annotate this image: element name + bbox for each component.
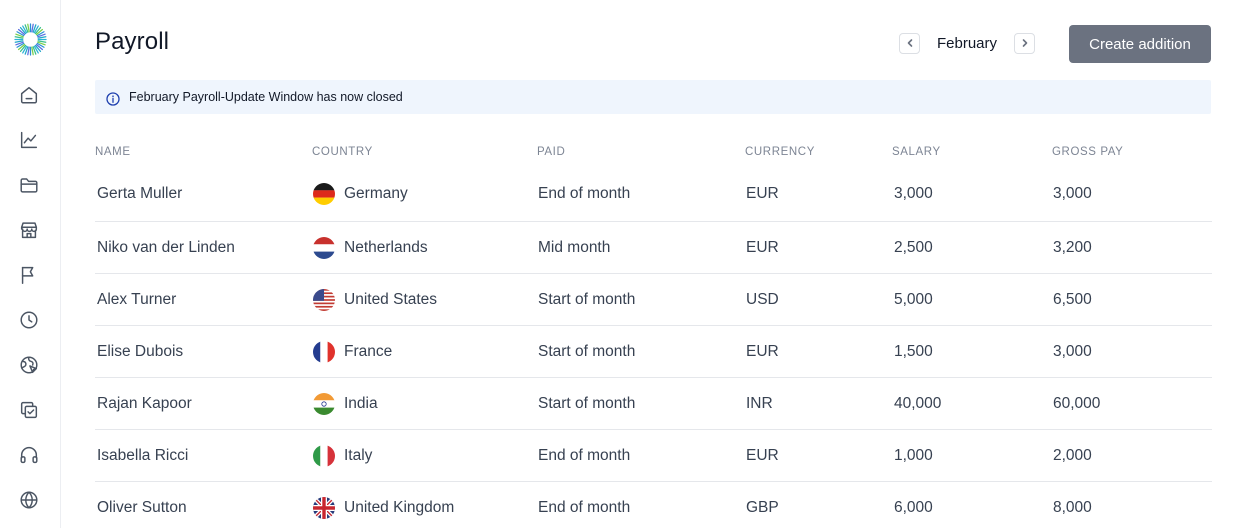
table-row[interactable]: Gerta Muller Germany End of month EUR 3,… bbox=[95, 168, 1212, 222]
clock-icon[interactable] bbox=[17, 308, 41, 332]
country-name: United Kingdom bbox=[344, 499, 455, 516]
currency-code: USD bbox=[746, 291, 779, 308]
employee-name: Oliver Sutton bbox=[97, 499, 187, 516]
column-header-paid[interactable]: PAID bbox=[537, 146, 565, 158]
copy-check-icon[interactable] bbox=[17, 398, 41, 422]
employee-name: Isabella Ricci bbox=[97, 447, 189, 464]
next-month-button[interactable] bbox=[1014, 32, 1035, 54]
page-title: Payroll bbox=[95, 28, 170, 55]
table-row[interactable]: Rajan Kapoor India Start of month INR 40… bbox=[95, 378, 1212, 430]
paid-schedule: End of month bbox=[538, 185, 631, 202]
paid-schedule: Start of month bbox=[538, 291, 636, 308]
info-banner: February Payroll-Update Window has now c… bbox=[95, 80, 1211, 114]
column-header-currency[interactable]: CURRENCY bbox=[745, 146, 815, 158]
flag-icon[interactable] bbox=[17, 263, 41, 287]
currency-code: EUR bbox=[746, 343, 779, 360]
paid-schedule: End of month bbox=[538, 447, 631, 464]
country-name: Italy bbox=[344, 447, 373, 464]
column-header-salary[interactable]: SALARY bbox=[892, 146, 941, 158]
salary-amount: 2,500 bbox=[894, 239, 933, 256]
table-body: Gerta Muller Germany End of month EUR 3,… bbox=[95, 168, 1212, 528]
home-icon[interactable] bbox=[17, 83, 41, 107]
salary-amount: 40,000 bbox=[894, 395, 942, 412]
table-header: NAME COUNTRY PAID CURRENCY SALARY GROSS … bbox=[95, 140, 1212, 168]
employee-name: Alex Turner bbox=[97, 291, 177, 308]
salary-amount: 6,000 bbox=[894, 499, 933, 516]
chart-line-icon[interactable] bbox=[17, 128, 41, 152]
gross-pay-amount: 2,000 bbox=[1053, 447, 1092, 464]
globe-pie-icon[interactable] bbox=[17, 353, 41, 377]
netherlands-flag-icon bbox=[313, 237, 335, 259]
column-header-country[interactable]: COUNTRY bbox=[312, 146, 373, 158]
employee-name: Rajan Kapoor bbox=[97, 395, 192, 412]
salary-amount: 5,000 bbox=[894, 291, 933, 308]
currency-code: EUR bbox=[746, 185, 779, 202]
country-name: France bbox=[344, 343, 393, 360]
folder-icon[interactable] bbox=[17, 173, 41, 197]
gross-pay-amount: 6,500 bbox=[1053, 291, 1092, 308]
country-name: India bbox=[344, 395, 378, 412]
column-header-name[interactable]: NAME bbox=[95, 146, 131, 158]
salary-amount: 1,500 bbox=[894, 343, 933, 360]
table-row[interactable]: Elise Dubois France Start of month EUR 1… bbox=[95, 326, 1212, 378]
paid-schedule: Start of month bbox=[538, 343, 636, 360]
italy-flag-icon bbox=[313, 445, 335, 467]
india-flag-icon bbox=[313, 393, 335, 415]
globe-icon[interactable] bbox=[17, 488, 41, 512]
usa-flag-icon bbox=[313, 289, 335, 311]
country-name: Netherlands bbox=[344, 239, 428, 256]
gross-pay-amount: 8,000 bbox=[1053, 499, 1092, 516]
salary-amount: 1,000 bbox=[894, 447, 933, 464]
banner-message: February Payroll-Update Window has now c… bbox=[129, 90, 403, 104]
table-row[interactable]: Oliver Sutton United Kingdom End of mont… bbox=[95, 482, 1212, 528]
salary-amount: 3,000 bbox=[894, 185, 933, 202]
gross-pay-amount: 3,200 bbox=[1053, 239, 1092, 256]
france-flag-icon bbox=[313, 341, 335, 363]
prev-month-button[interactable] bbox=[899, 32, 920, 54]
employee-name: Elise Dubois bbox=[97, 343, 184, 360]
table-row[interactable]: Alex Turner United States Start of month… bbox=[95, 274, 1212, 326]
table-row[interactable]: Isabella Ricci Italy End of month EUR 1,… bbox=[95, 430, 1212, 482]
gross-pay-amount: 3,000 bbox=[1053, 185, 1092, 202]
paid-schedule: End of month bbox=[538, 499, 631, 516]
employee-name: Gerta Muller bbox=[97, 185, 183, 202]
paid-schedule: Start of month bbox=[538, 395, 636, 412]
currency-code: EUR bbox=[746, 239, 779, 256]
payroll-table: NAME COUNTRY PAID CURRENCY SALARY GROSS … bbox=[95, 140, 1212, 528]
employee-name: Niko van der Linden bbox=[97, 239, 235, 256]
country-name: Germany bbox=[344, 185, 408, 202]
currency-code: GBP bbox=[746, 499, 779, 516]
chevron-left-icon bbox=[907, 39, 912, 47]
info-icon bbox=[106, 91, 120, 106]
currency-code: EUR bbox=[746, 447, 779, 464]
column-header-gross-pay[interactable]: GROSS PAY bbox=[1052, 146, 1123, 158]
sidebar bbox=[0, 0, 61, 528]
sunburst-logo[interactable] bbox=[14, 23, 47, 56]
headphones-icon[interactable] bbox=[17, 443, 41, 467]
gross-pay-amount: 3,000 bbox=[1053, 343, 1092, 360]
store-icon[interactable] bbox=[17, 218, 41, 242]
currency-code: INR bbox=[746, 395, 773, 412]
germany-flag-icon bbox=[313, 183, 335, 205]
month-navigator: February bbox=[899, 31, 1035, 55]
uk-flag-icon bbox=[313, 497, 335, 519]
create-addition-button[interactable]: Create addition bbox=[1069, 25, 1211, 63]
current-month: February bbox=[936, 34, 998, 52]
paid-schedule: Mid month bbox=[538, 239, 611, 256]
country-name: United States bbox=[344, 291, 438, 308]
gross-pay-amount: 60,000 bbox=[1053, 395, 1101, 412]
chevron-right-icon bbox=[1022, 39, 1027, 47]
table-row[interactable]: Niko van der Linden Netherlands Mid mont… bbox=[95, 222, 1212, 274]
